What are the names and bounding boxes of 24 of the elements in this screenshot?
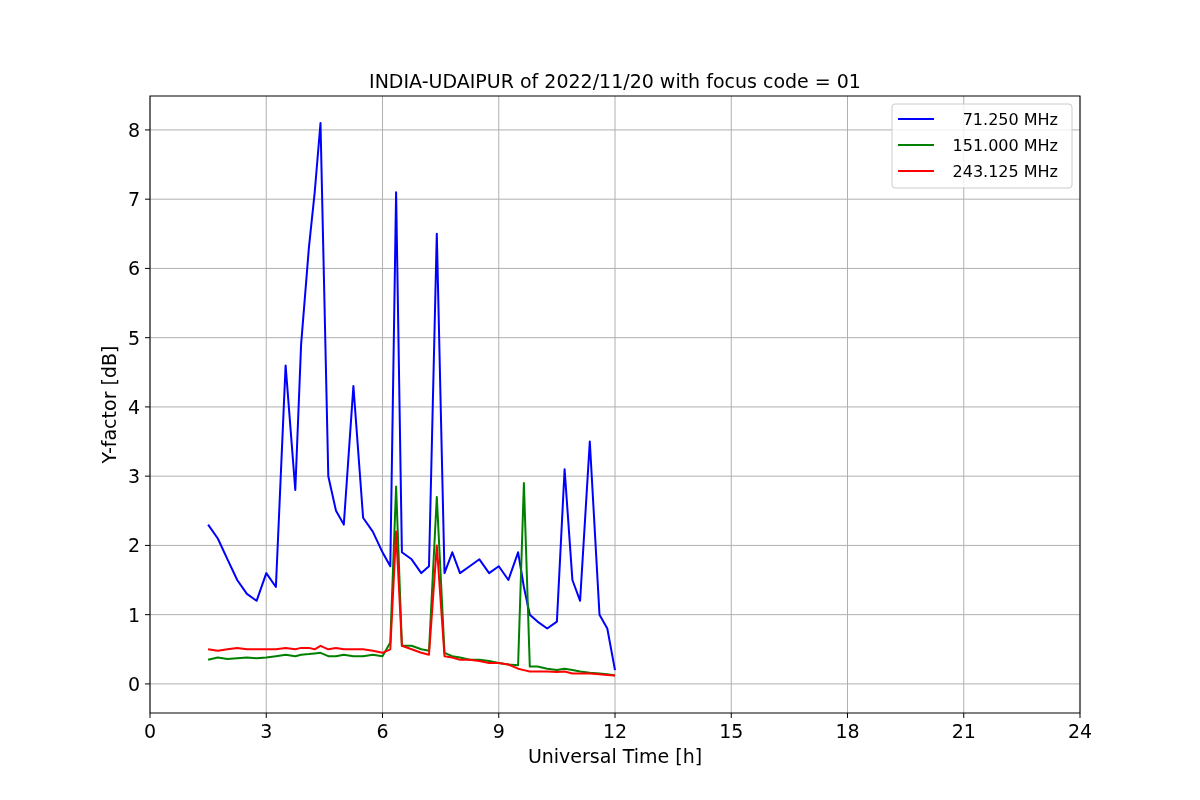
legend-label: 243.125 MHz (952, 162, 1058, 181)
legend-label: 71.250 MHz (962, 110, 1058, 129)
tick-label: 21 (951, 720, 976, 742)
tick-label: 15 (719, 720, 744, 742)
tick-label: 4 (127, 395, 140, 418)
tick-label: 24 (1067, 720, 1093, 742)
legend-label: 151.000 MHz (952, 136, 1058, 155)
tick-label: 6 (376, 720, 389, 742)
tick-label: 1 (127, 603, 140, 626)
tick-label: 2 (127, 534, 140, 557)
tick-label: 5 (127, 326, 140, 349)
tick-label: 6 (127, 257, 140, 280)
tick-label: 3 (260, 720, 273, 742)
tick-label: 12 (602, 720, 628, 742)
chart-title: INDIA-UDAIPUR of 2022/11/20 with focus code = 01 (369, 70, 861, 92)
tick-label: 18 (835, 720, 860, 742)
axis-label: Y-factor [dB] (98, 345, 120, 464)
axis-label: Universal Time [h] (527, 745, 703, 767)
tick-label: 3 (127, 465, 140, 488)
tick-label: 7 (127, 188, 140, 211)
tick-label: 8 (127, 118, 140, 141)
tick-label: 0 (127, 672, 140, 695)
tick-label: 9 (492, 720, 505, 742)
tick-label: 0 (143, 720, 157, 742)
